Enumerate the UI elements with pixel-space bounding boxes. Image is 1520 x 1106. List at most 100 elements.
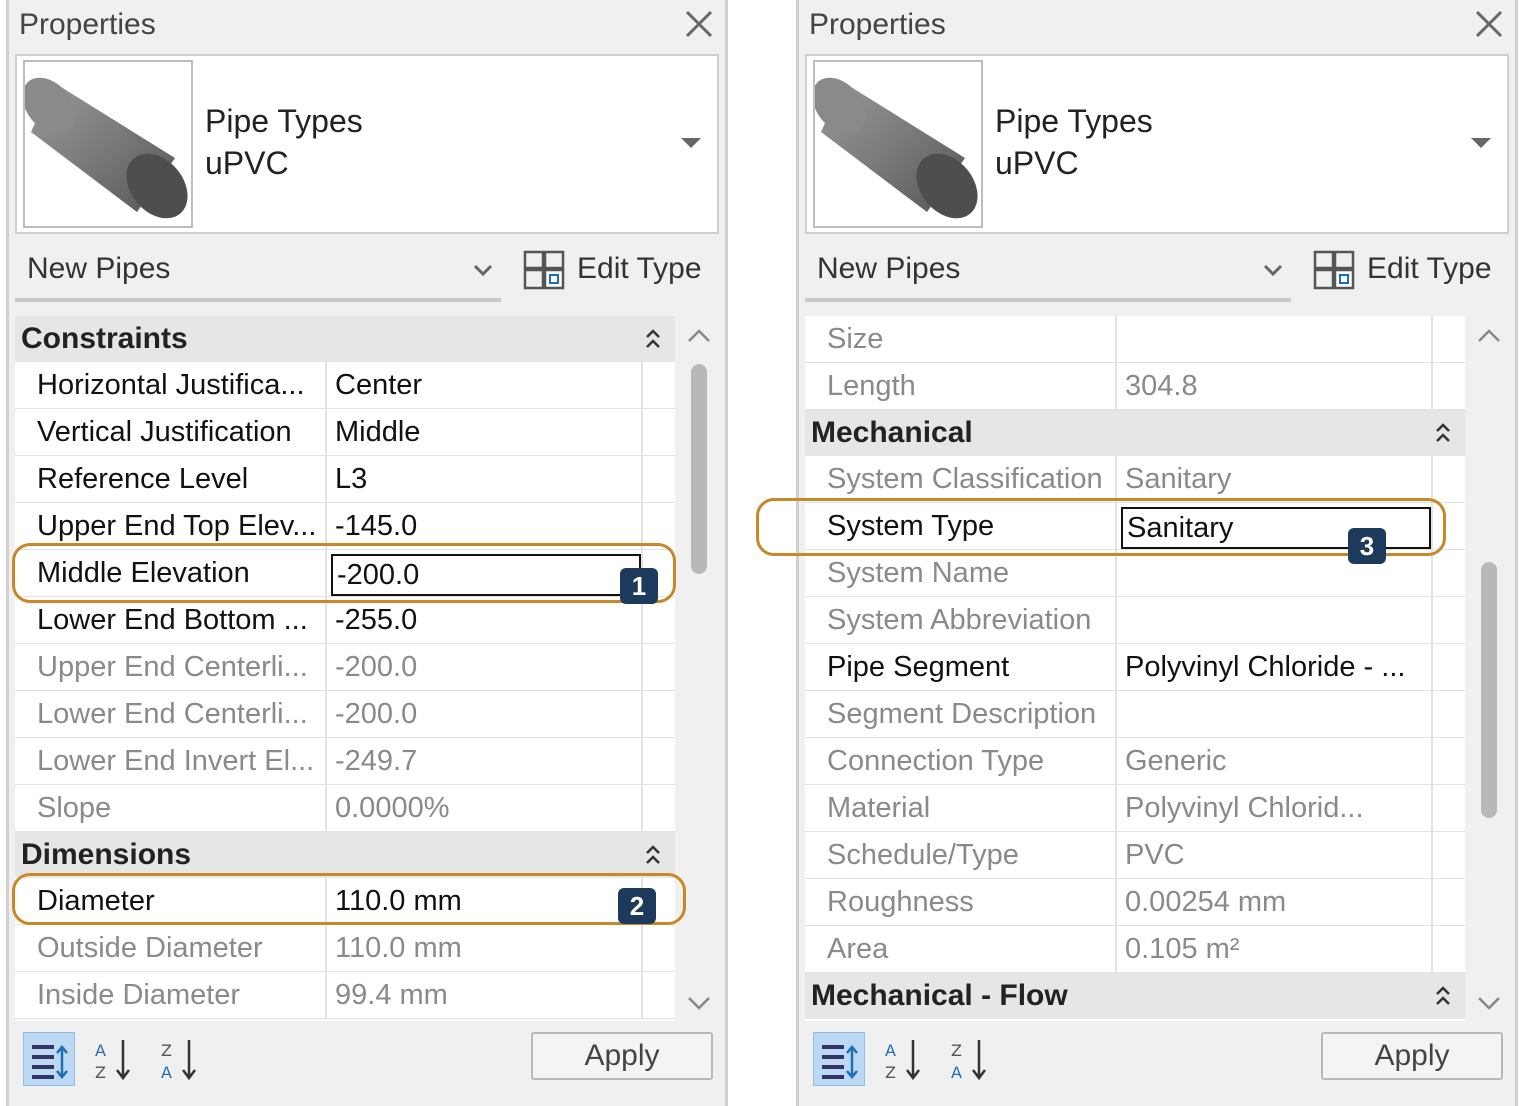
edit-type-icon: [1313, 250, 1355, 290]
property-row[interactable]: Reference Level L3: [15, 456, 675, 503]
edit-type-icon: [523, 250, 565, 290]
property-row[interactable]: Pipe Segment Polyvinyl Chloride - ...: [805, 644, 1465, 691]
property-name: Area: [805, 926, 1117, 972]
property-row: Length 304.8: [805, 363, 1465, 410]
property-row[interactable]: Vertical Justification Middle: [15, 409, 675, 456]
property-row: Inside Diameter 99.4 mm: [15, 972, 675, 1019]
property-value: Sanitary: [1125, 463, 1232, 495]
group-mechanical-flow[interactable]: Mechanical - Flow: [805, 973, 1465, 1019]
property-name: Reference Level: [15, 456, 327, 502]
scroll-thumb[interactable]: [691, 364, 707, 574]
type-label: Pipe Types uPVC: [995, 100, 1153, 184]
property-row: System Abbreviation: [805, 597, 1465, 644]
edit-type-label: Edit Type: [1367, 252, 1492, 285]
property-name: Lower End Invert El...: [15, 738, 327, 784]
sort-az-button[interactable]: A Z: [879, 1032, 931, 1086]
property-name: Outside Diameter: [15, 925, 327, 971]
sort-za-button[interactable]: Z A: [155, 1032, 207, 1086]
instance-filter-label: New Pipes: [817, 252, 961, 285]
sort-za-icon: Z A: [161, 1040, 196, 1082]
property-value: [1119, 691, 1431, 737]
close-icon[interactable]: [1469, 4, 1509, 44]
svg-text:Z: Z: [885, 1063, 896, 1082]
panel-titlebar: Properties: [9, 0, 725, 52]
group-constraints[interactable]: Constraints: [15, 316, 675, 362]
group-mechanical[interactable]: Mechanical: [805, 410, 1465, 456]
close-icon[interactable]: [679, 4, 719, 44]
collapse-icon[interactable]: [1433, 983, 1453, 1009]
property-row[interactable]: Lower End Bottom ... -255.0: [15, 597, 675, 644]
scroll-up-icon[interactable]: [1477, 328, 1501, 344]
apply-button[interactable]: Apply: [531, 1032, 713, 1080]
property-value: -200.0: [335, 651, 418, 683]
property-name: Vertical Justification: [15, 409, 327, 455]
sort-az-icon: A Z: [885, 1040, 920, 1082]
panel-title: Properties: [809, 8, 946, 41]
property-value[interactable]: Center: [329, 362, 641, 408]
vertical-scrollbar[interactable]: [1467, 316, 1511, 1021]
scroll-thumb[interactable]: [1481, 562, 1497, 818]
property-value: 0.00254 mm: [1125, 886, 1287, 918]
group-dimensions[interactable]: Dimensions: [15, 832, 675, 878]
property-name: Roughness: [805, 879, 1117, 925]
sort-az-button[interactable]: A Z: [89, 1032, 141, 1086]
group-label: Mechanical - Flow: [811, 979, 1068, 1012]
instance-filter-label: New Pipes: [27, 252, 171, 285]
property-name: Size: [805, 316, 1117, 362]
scroll-up-icon[interactable]: [687, 328, 711, 344]
apply-button[interactable]: Apply: [1321, 1032, 1503, 1080]
type-selector[interactable]: Pipe Types uPVC: [15, 54, 719, 234]
property-value: -249.7: [335, 745, 418, 777]
group-label: Dimensions: [21, 838, 192, 871]
sort-by-category-button[interactable]: [23, 1032, 75, 1086]
instance-row: New Pipes Edit Type: [805, 244, 1509, 302]
property-row: Connection Type Generic: [805, 738, 1465, 785]
chevron-down-icon: [1263, 264, 1283, 277]
property-row: Area 0.105 m²: [805, 926, 1465, 973]
type-selector[interactable]: Pipe Types uPVC: [805, 54, 1509, 234]
property-value[interactable]: Polyvinyl Chloride - ...: [1119, 644, 1431, 690]
panel-titlebar: Properties: [799, 0, 1515, 52]
property-value: 110.0 mm: [335, 932, 462, 964]
scroll-down-icon[interactable]: [1477, 995, 1501, 1011]
panel-footer: A Z Z A Apply: [805, 1028, 1509, 1094]
callout-badge-2: 2: [618, 888, 656, 924]
collapse-icon[interactable]: [643, 842, 663, 868]
property-name: Inside Diameter: [15, 972, 327, 1018]
property-row: Slope 0.0000%: [15, 785, 675, 832]
sort-by-category-button[interactable]: [813, 1032, 865, 1086]
svg-text:A: A: [95, 1041, 106, 1060]
property-name: Pipe Segment: [805, 644, 1117, 690]
callout-system-type: [756, 498, 1446, 556]
property-row: Schedule/Type PVC: [805, 832, 1465, 879]
property-value: [1119, 597, 1431, 643]
property-name: Length: [805, 363, 1117, 409]
collapse-icon[interactable]: [1433, 420, 1453, 446]
instance-filter-dropdown[interactable]: New Pipes: [15, 244, 501, 302]
property-row[interactable]: Horizontal Justifica... Center: [15, 362, 675, 409]
properties-grid: Size Length 304.8 Mechanical System Class…: [805, 316, 1465, 1021]
property-value: -200.0: [335, 698, 418, 730]
pipe-thumbnail: [22, 60, 193, 228]
property-name: Lower End Bottom ...: [15, 597, 327, 643]
type-family: Pipe Types: [205, 103, 363, 139]
property-value: Polyvinyl Chlorid...: [1125, 792, 1364, 824]
collapse-icon[interactable]: [643, 326, 663, 352]
property-value[interactable]: L3: [329, 456, 641, 502]
callout-badge-1: 1: [620, 568, 658, 604]
property-value[interactable]: Middle: [329, 409, 641, 455]
instance-filter-dropdown[interactable]: New Pipes: [805, 244, 1291, 302]
property-value: [1119, 316, 1431, 362]
property-name: Segment Description: [805, 691, 1117, 737]
property-value: PVC: [1125, 839, 1185, 871]
property-value[interactable]: -255.0: [329, 597, 641, 643]
svg-text:Z: Z: [951, 1041, 962, 1060]
panel-footer: A Z Z A Apply: [15, 1028, 719, 1094]
scroll-down-icon[interactable]: [687, 995, 711, 1011]
chevron-down-icon[interactable]: [1471, 138, 1491, 148]
chevron-down-icon[interactable]: [681, 138, 701, 148]
svg-text:A: A: [885, 1041, 896, 1060]
sort-za-button[interactable]: Z A: [945, 1032, 997, 1086]
property-value: 0.0000%: [335, 792, 450, 824]
property-value: 99.4 mm: [335, 979, 448, 1011]
